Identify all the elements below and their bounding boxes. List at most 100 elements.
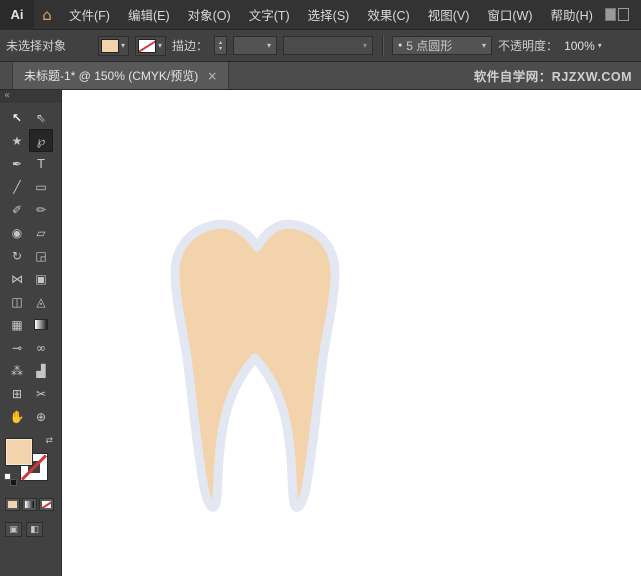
mesh-tool-icon: ▦ [11, 317, 23, 332]
rotate-tool-icon: ↻ [11, 248, 23, 263]
illustrator-window: Ai ⌂ 文件(F) 编辑(E) 对象(O) 文字(T) 选择(S) 效果(C)… [0, 0, 641, 576]
document-tab[interactable]: 未标题-1* @ 150% (CMYK/预览) × [12, 62, 230, 89]
menu-window[interactable]: 窗口(W) [478, 0, 541, 30]
lasso-tool[interactable]: ℘ [29, 129, 53, 152]
opacity-value-control[interactable]: 100% ▾ [564, 39, 602, 53]
symbol-sprayer-tool[interactable]: ⁂ [5, 359, 29, 382]
selection-tool[interactable]: ↖ [5, 106, 29, 129]
artboard-tool-icon: ⊞ [11, 386, 23, 401]
home-icon[interactable]: ⌂ [34, 0, 60, 30]
scale-tool[interactable]: ◲ [29, 244, 53, 267]
variable-width-profile-dropdown[interactable]: ▾ [283, 36, 374, 55]
blob-brush-tool-icon: ◉ [11, 225, 23, 240]
blob-brush-tool[interactable]: ◉ [5, 221, 29, 244]
control-bar-separator [382, 34, 384, 57]
symbol-sprayer-tool-icon: ⁂ [11, 363, 23, 378]
arrange-documents-icon[interactable] [605, 7, 631, 22]
magic-wand-tool[interactable]: ★ [5, 129, 29, 152]
hand-tool[interactable]: ✋ [5, 405, 29, 428]
tooth-shape[interactable] [170, 219, 340, 512]
default-fill-stroke-icon[interactable] [4, 473, 17, 486]
stroke-weight-dropdown[interactable]: ▾ [233, 36, 278, 55]
scale-tool-icon: ◲ [35, 248, 47, 263]
perspective-grid-tool-icon: ◬ [36, 294, 46, 309]
eyedropper-tool[interactable]: ⊸ [5, 336, 29, 359]
stroke-weight-stepper[interactable]: ▴ ▾ [214, 36, 228, 55]
stroke-color-control[interactable]: ▾ [135, 35, 167, 56]
brush-definition-dropdown[interactable]: ● 5 点圆形 ▾ [392, 36, 493, 55]
none-button[interactable] [39, 498, 54, 511]
close-icon[interactable]: × [207, 69, 217, 83]
panel-collapse-icon[interactable]: « [0, 90, 61, 103]
menu-effect[interactable]: 效果(C) [358, 0, 418, 30]
menu-object[interactable]: 对象(O) [179, 0, 240, 30]
selection-tool-icon: ↖ [11, 110, 23, 125]
document-tab-bar: 未标题-1* @ 150% (CMYK/预览) × 软件自学网：RJZXW.CO… [0, 62, 641, 90]
direct-selection-tool-icon: ⇖ [35, 110, 47, 125]
blend-tool-icon: ∞ [36, 340, 46, 355]
hand-tool-icon: ✋ [9, 409, 25, 424]
tooth-artwork[interactable] [62, 90, 641, 576]
fill-color-control[interactable]: ▾ [98, 35, 130, 56]
pen-tool[interactable]: ✒ [5, 152, 29, 175]
zoom-tool[interactable]: ⊕ [29, 405, 53, 428]
free-transform-tool[interactable]: ▣ [29, 267, 53, 290]
direct-selection-tool[interactable]: ⇖ [29, 106, 53, 129]
artboard-canvas[interactable] [62, 90, 641, 576]
free-transform-tool-icon: ▣ [35, 271, 47, 286]
column-graph-tool[interactable]: ▟ [29, 359, 53, 382]
opacity-label: 不透明度： [498, 39, 559, 53]
chevron-down-icon[interactable]: ▾ [158, 41, 162, 50]
none-button-chip [42, 501, 51, 508]
brush-definition-value: 5 点圆形 [406, 39, 453, 53]
color-mode-buttons [5, 498, 61, 511]
tools-panel: « ↖ ⇖ ★ ℘ ✒ T ╱ ▭ ✐ ✏ ◉ ▱ ↻ ◲ ⋈ ▣ ◫ ◬ ▦ [0, 90, 62, 576]
app-logo: Ai [0, 0, 34, 30]
pen-tool-icon: ✒ [11, 156, 23, 171]
type-tool[interactable]: T [29, 152, 53, 175]
stroke-color-swatch[interactable] [139, 39, 156, 52]
rotate-tool[interactable]: ↻ [5, 244, 29, 267]
rectangle-tool-icon: ▭ [35, 179, 47, 194]
gradient-button-chip [25, 501, 34, 508]
brush-dot-icon: ● [398, 42, 403, 49]
color-button[interactable] [5, 498, 20, 511]
default-black-square [10, 479, 17, 486]
shape-builder-tool[interactable]: ◫ [5, 290, 29, 313]
eraser-tool-icon: ▱ [36, 225, 46, 240]
rectangle-tool[interactable]: ▭ [29, 175, 53, 198]
screen-mode-button[interactable]: ◧ [26, 522, 43, 537]
mesh-tool[interactable]: ▦ [5, 313, 29, 336]
perspective-grid-tool[interactable]: ◬ [29, 290, 53, 313]
stepper-down-icon[interactable]: ▾ [219, 45, 222, 52]
paintbrush-tool[interactable]: ✐ [5, 198, 29, 221]
blend-tool[interactable]: ∞ [29, 336, 53, 359]
fill-color-swatch[interactable] [102, 39, 118, 52]
chevron-down-icon[interactable]: ▾ [121, 41, 125, 50]
width-tool-icon: ⋈ [11, 271, 23, 286]
menu-type[interactable]: 文字(T) [240, 0, 299, 30]
menu-file[interactable]: 文件(F) [60, 0, 119, 30]
menu-select[interactable]: 选择(S) [299, 0, 359, 30]
menu-edit[interactable]: 编辑(E) [119, 0, 179, 30]
menu-view[interactable]: 视图(V) [419, 0, 479, 30]
draw-mode-button[interactable]: ▣ [5, 522, 22, 537]
artboard-tool[interactable]: ⊞ [5, 382, 29, 405]
pencil-tool[interactable]: ✏ [29, 198, 53, 221]
workspace: « ↖ ⇖ ★ ℘ ✒ T ╱ ▭ ✐ ✏ ◉ ▱ ↻ ◲ ⋈ ▣ ◫ ◬ ▦ [0, 90, 641, 576]
width-tool[interactable]: ⋈ [5, 267, 29, 290]
swap-fill-stroke-icon[interactable]: ⇄ [45, 436, 53, 446]
menu-help[interactable]: 帮助(H) [542, 0, 602, 30]
slice-tool[interactable]: ✂ [29, 382, 53, 405]
opacity-value: 100% [564, 38, 595, 53]
tools-grid: ↖ ⇖ ★ ℘ ✒ T ╱ ▭ ✐ ✏ ◉ ▱ ↻ ◲ ⋈ ▣ ◫ ◬ ▦ ⊸ [0, 103, 61, 428]
magic-wand-tool-icon: ★ [11, 133, 23, 148]
fill-swatch[interactable] [6, 439, 32, 465]
paintbrush-tool-icon: ✐ [11, 202, 23, 217]
eraser-tool[interactable]: ▱ [29, 221, 53, 244]
line-segment-tool-icon: ╱ [13, 179, 21, 194]
gradient-tool[interactable] [29, 313, 53, 336]
shape-builder-tool-icon: ◫ [11, 294, 23, 309]
line-segment-tool[interactable]: ╱ [5, 175, 29, 198]
gradient-button[interactable] [22, 498, 37, 511]
